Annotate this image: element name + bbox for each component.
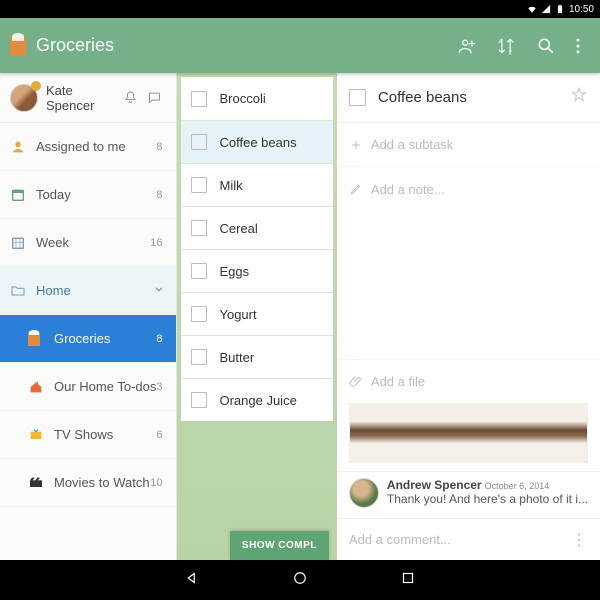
task-row[interactable]: Coffee beans: [181, 120, 332, 163]
checkbox[interactable]: [191, 392, 207, 408]
checkbox[interactable]: [349, 89, 366, 106]
checkbox[interactable]: [191, 349, 207, 365]
profile-name: Kate Spencer: [46, 83, 118, 113]
checkbox[interactable]: [191, 134, 207, 150]
task-row[interactable]: Butter: [181, 335, 332, 378]
home-button[interactable]: [291, 569, 309, 592]
person-icon: [10, 139, 36, 155]
sidebar-item-assigned[interactable]: Assigned to me 8: [0, 123, 176, 171]
share-user-button[interactable]: [446, 26, 486, 66]
avatar: [10, 84, 38, 112]
plus-icon: [349, 138, 371, 152]
comment-overflow-icon[interactable]: ⋮: [571, 530, 588, 550]
calendar-today-icon: [10, 187, 36, 203]
profile-row[interactable]: Kate Spencer: [0, 73, 176, 123]
sidebar-item-groceries[interactable]: Groceries 8: [0, 315, 176, 363]
overflow-button[interactable]: [566, 26, 590, 66]
app-logo-icon: [10, 36, 26, 56]
calendar-week-icon: [10, 235, 36, 251]
paperclip-icon: [349, 375, 371, 389]
folder-icon: [10, 283, 36, 299]
comment-date: October 6, 2014: [485, 481, 550, 491]
recents-button[interactable]: [399, 569, 417, 592]
attachment-thumbnail[interactable]: [349, 403, 588, 463]
comment: Andrew Spencer October 6, 2014 Thank you…: [337, 471, 600, 518]
page-title: Groceries: [36, 35, 446, 56]
battery-icon: [555, 4, 565, 14]
sidebar-item-movies[interactable]: Movies to Watch 10: [0, 459, 176, 507]
add-subtask-row[interactable]: Add a subtask: [337, 123, 600, 167]
clock: 10:50: [569, 4, 594, 15]
add-comment-row[interactable]: Add a comment... ⋮: [337, 518, 600, 560]
svg-text:A: A: [499, 39, 503, 45]
sidebar: Kate Spencer Assigned to me 8 Today 8 We…: [0, 73, 177, 560]
android-navbar: [0, 560, 600, 600]
detail-header: Coffee beans: [337, 73, 600, 123]
sort-button[interactable]: AZ: [486, 26, 526, 66]
task-row[interactable]: Broccoli: [181, 77, 332, 120]
tv-icon: [28, 427, 54, 443]
android-statusbar: 10:50: [0, 0, 600, 18]
task-row[interactable]: Yogurt: [181, 292, 332, 335]
checkbox[interactable]: [191, 177, 207, 193]
checkbox[interactable]: [191, 220, 207, 236]
comment-text: Thank you! And here's a photo of it i...: [387, 492, 588, 506]
chevron-down-icon: [152, 282, 166, 299]
add-note-row[interactable]: Add a note...: [337, 167, 600, 211]
back-button[interactable]: [183, 569, 201, 592]
sidebar-item-tv[interactable]: TV Shows 6: [0, 411, 176, 459]
comment-author: Andrew Spencer: [387, 478, 482, 492]
task-row[interactable]: Milk: [181, 163, 332, 206]
sidebar-item-ourhome[interactable]: Our Home To-dos 3: [0, 363, 176, 411]
sidebar-item-home[interactable]: Home: [0, 267, 176, 315]
sidebar-item-week[interactable]: Week 16: [0, 219, 176, 267]
add-file-row[interactable]: Add a file: [337, 359, 600, 403]
svg-text:Z: Z: [509, 50, 513, 56]
task-row[interactable]: Orange Juice: [181, 378, 332, 421]
signal-icon: [541, 4, 551, 14]
task-row[interactable]: Eggs: [181, 249, 332, 292]
list-icon: [28, 332, 54, 346]
home-icon: [28, 379, 54, 395]
checkbox[interactable]: [191, 91, 207, 107]
movie-icon: [28, 475, 54, 491]
task-row[interactable]: Cereal: [181, 206, 332, 249]
detail-title[interactable]: Coffee beans: [378, 89, 570, 106]
task-detail-pane: Coffee beans Add a subtask Add a note...…: [337, 73, 600, 560]
notifications-icon[interactable]: [118, 90, 142, 105]
app-bar: Groceries AZ: [0, 18, 600, 73]
wifi-icon: [527, 4, 537, 14]
search-button[interactable]: [526, 26, 566, 66]
checkbox[interactable]: [191, 263, 207, 279]
sidebar-item-today[interactable]: Today 8: [0, 171, 176, 219]
task-list-pane: Broccoli Coffee beans Milk Cereal Eggs Y…: [177, 73, 336, 560]
show-completed-button[interactable]: SHOW COMPL: [230, 531, 329, 560]
checkbox[interactable]: [191, 306, 207, 322]
pencil-icon: [349, 182, 371, 196]
conversations-icon[interactable]: [142, 90, 166, 105]
star-button[interactable]: [570, 86, 588, 109]
avatar: [349, 478, 379, 508]
